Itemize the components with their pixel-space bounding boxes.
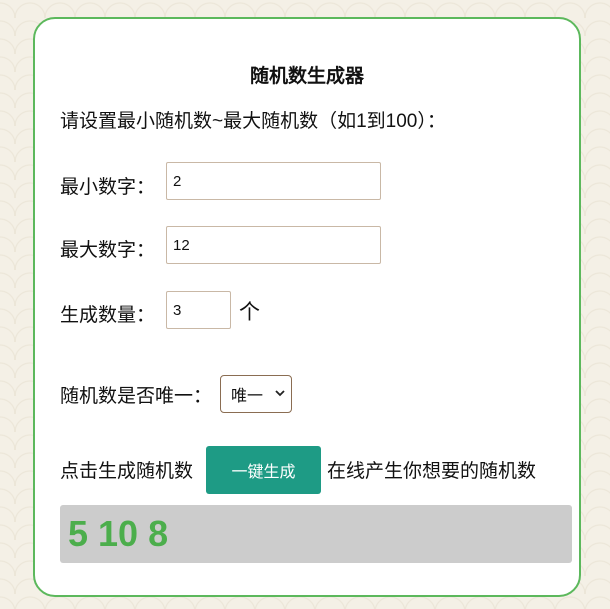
generate-prompt-text: 点击生成随机数 xyxy=(60,461,194,482)
generator-card: 随机数生成器 请设置最小随机数~最大随机数（如1到100）： 最小数字： 最大数… xyxy=(33,17,581,597)
generate-description-text: 在线产生你想要的随机数 xyxy=(327,461,537,482)
max-number-input[interactable] xyxy=(166,226,381,264)
min-number-label: 最小数字： xyxy=(60,177,156,198)
generate-button[interactable]: 一键生成 xyxy=(206,446,321,494)
result-value: 5 10 8 xyxy=(68,513,169,554)
result-display: 5 10 8 xyxy=(60,505,572,563)
unique-select-value: 唯一 xyxy=(231,388,264,405)
count-input[interactable] xyxy=(166,291,231,329)
chevron-down-icon xyxy=(275,390,285,397)
min-number-input[interactable] xyxy=(166,162,381,200)
unique-select[interactable]: 唯一 xyxy=(220,375,292,413)
unique-label: 随机数是否唯一： xyxy=(60,386,213,407)
instruction-text: 请设置最小随机数~最大随机数（如1到100）： xyxy=(60,111,446,132)
count-unit: 个 xyxy=(239,301,260,324)
count-label: 生成数量： xyxy=(60,305,156,326)
page-title: 随机数生成器 xyxy=(249,66,364,87)
max-number-label: 最大数字： xyxy=(60,240,156,261)
